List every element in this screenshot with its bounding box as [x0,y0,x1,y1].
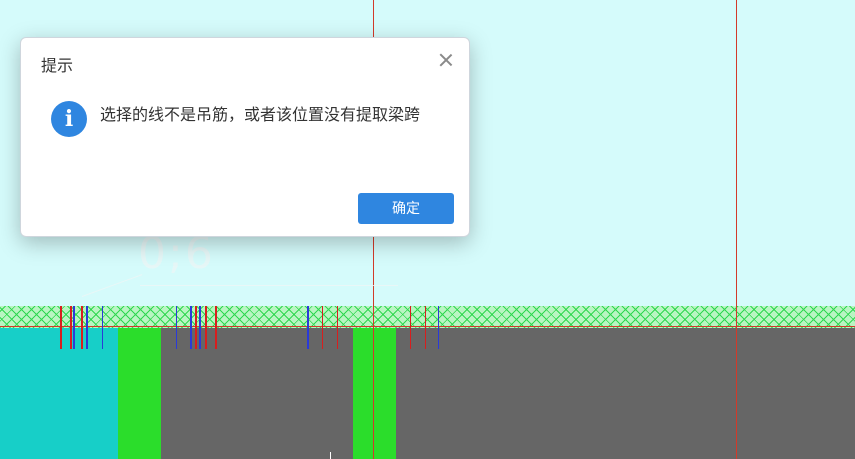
stirrup-mark[interactable] [102,306,103,349]
stirrup-mark[interactable] [86,306,88,349]
info-icon: i [51,101,87,137]
stirrup-mark[interactable] [307,306,309,349]
stirrup-mark[interactable] [215,306,217,349]
beam-top-line [0,326,855,327]
stirrup-mark[interactable] [60,306,62,349]
ok-button[interactable]: 确定 [358,193,454,224]
gray-beam-block [396,328,855,459]
stirrup-mark[interactable] [205,306,207,349]
stirrup-mark[interactable] [73,306,75,349]
stirrup-mark[interactable] [176,306,177,349]
drawing-canvas[interactable]: 0;6 提示 i 选择的线不是吊筋，或者该位置没有提取梁跨 确定 [0,0,855,459]
green-column-block [353,328,396,459]
stirrup-mark[interactable] [410,306,411,349]
message-dialog: 提示 i 选择的线不是吊筋，或者该位置没有提取梁跨 确定 [20,37,470,237]
stirrup-mark[interactable] [195,306,197,349]
stirrup-mark[interactable] [81,306,83,349]
dialog-title: 提示 [41,56,74,75]
teal-column-block [0,328,118,459]
stirrup-mark[interactable] [425,306,426,349]
close-icon[interactable] [437,51,455,69]
cursor-crosshair [330,452,331,459]
green-column-block [118,328,161,459]
axis-line [736,0,737,459]
stirrup-mark[interactable] [438,306,439,349]
dimension-line [140,285,398,286]
stirrup-mark[interactable] [70,306,72,349]
stirrup-mark[interactable] [322,306,323,349]
stirrup-mark[interactable] [199,306,201,349]
dimension-leader [81,274,143,297]
dialog-message: 选择的线不是吊筋，或者该位置没有提取梁跨 [100,105,421,124]
stirrup-mark[interactable] [337,306,338,349]
stirrup-mark[interactable] [190,306,192,349]
